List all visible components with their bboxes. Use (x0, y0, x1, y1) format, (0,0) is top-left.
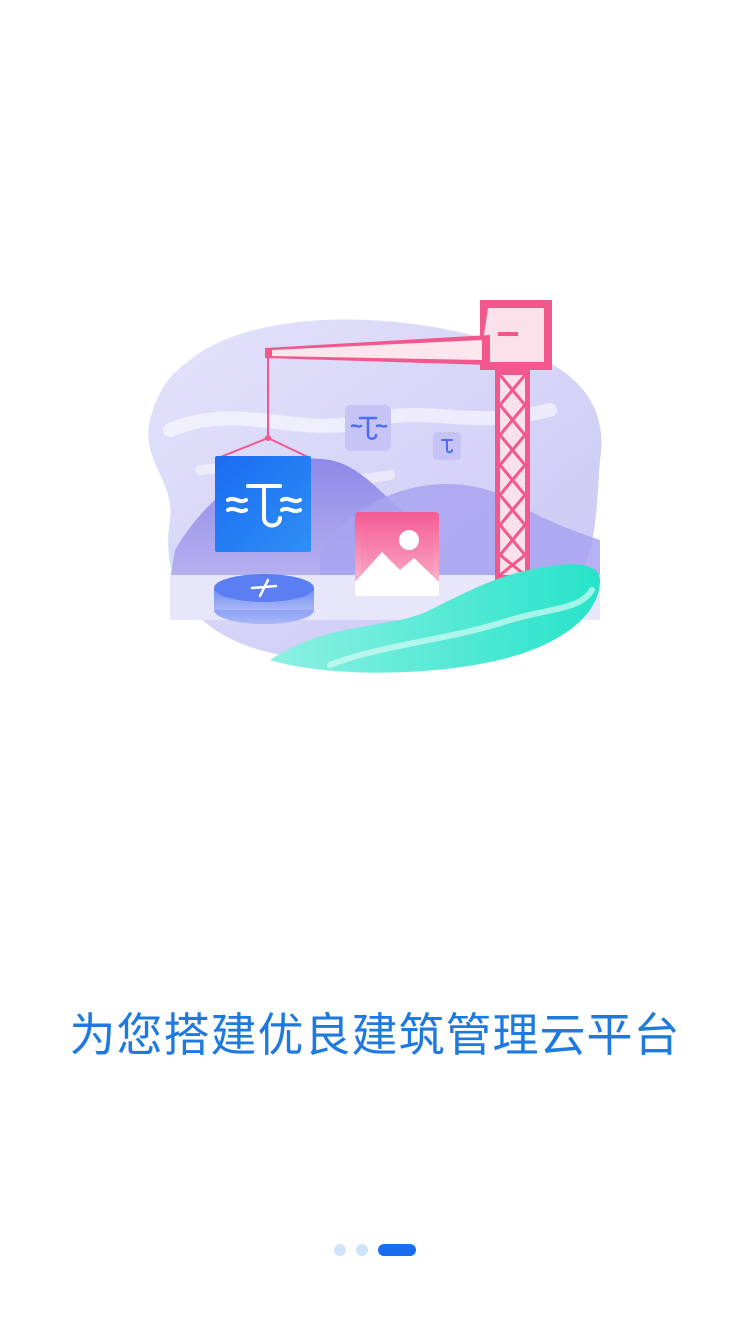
floating-logo-icon-small (433, 432, 461, 460)
hanging-logo-icon (215, 456, 311, 552)
onboarding-slogan: 为您搭建优良建筑管理云平台 (69, 1008, 681, 1062)
construction-illustration (130, 290, 610, 680)
floating-logo-icon-large (345, 405, 391, 451)
page-dot-1[interactable] (334, 1244, 346, 1256)
page-dot-3-active[interactable] (378, 1244, 416, 1256)
construction-crane-illustration (148, 300, 602, 673)
page-dot-2[interactable] (356, 1244, 368, 1256)
image-frame-icon (355, 512, 439, 596)
page-indicator[interactable] (0, 1244, 750, 1256)
disc-platform (214, 574, 314, 624)
